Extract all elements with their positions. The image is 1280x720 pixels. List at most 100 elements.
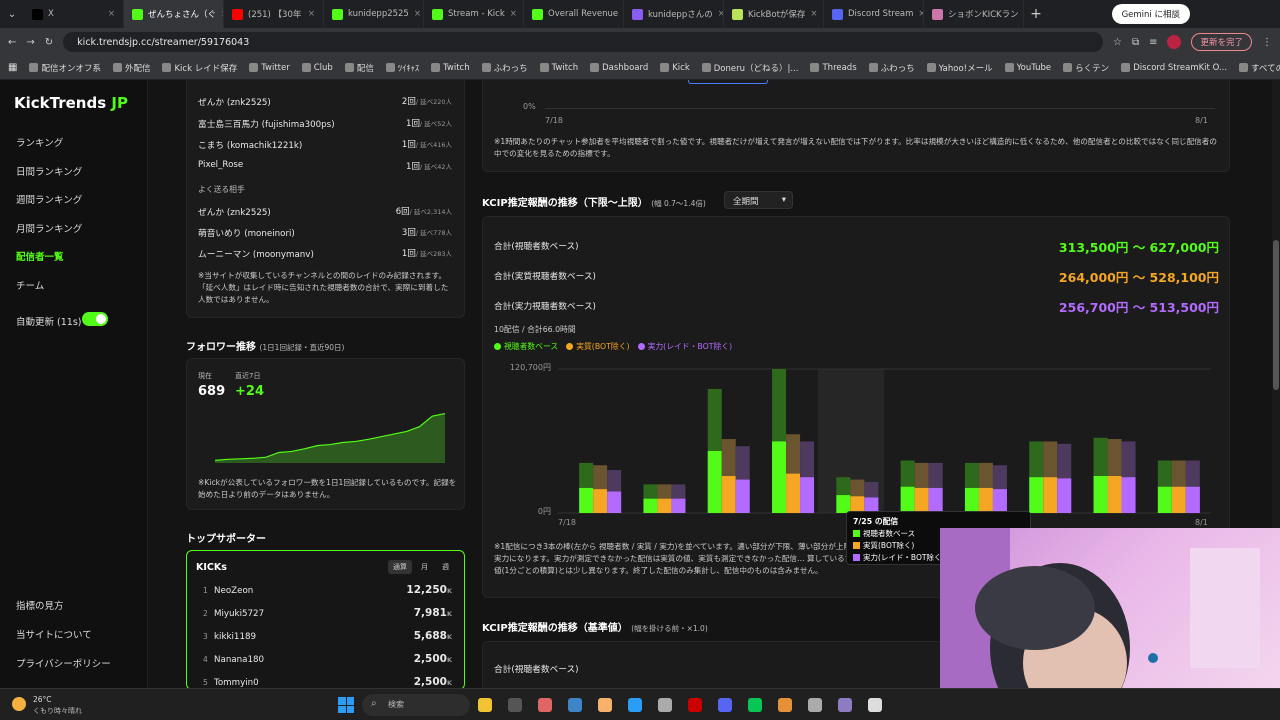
bookmark-item[interactable]: Twitter (249, 63, 290, 73)
bookmark-item[interactable]: Discord StreamKit O... (1121, 63, 1227, 73)
back-icon[interactable]: ← (8, 37, 16, 48)
sidebar-nav-item[interactable]: 日間ランキング (16, 164, 82, 178)
browser-tab[interactable]: X × (24, 0, 124, 28)
tab-close-icon[interactable]: × (108, 9, 115, 19)
supporter-name[interactable]: Nanana180 (214, 655, 264, 665)
scrollbar-thumb[interactable] (1273, 240, 1279, 390)
taskbar-app-icon[interactable] (628, 698, 642, 712)
tab-label: kunidepp2525 (348, 9, 409, 19)
taskbar-app-icon[interactable] (778, 698, 792, 712)
browser-tab[interactable]: kunidepp2525 × (324, 0, 424, 28)
raid-count: 3回/ 延べ778人 (401, 228, 452, 238)
reload-icon[interactable]: ↻ (45, 37, 53, 48)
kcip2-row1: 合計(視聴者数ベース) (494, 665, 579, 675)
period-select[interactable]: 全期間 ▾ (724, 191, 793, 209)
taskbar-app-icon[interactable] (868, 698, 882, 712)
bookmark-item[interactable]: Kick レイド保存 (162, 62, 237, 74)
browser-tab[interactable]: KickBotが保存 × (724, 0, 824, 28)
raid-name[interactable]: 萌音いめり (moneinori) (198, 229, 295, 239)
bookmark-item[interactable]: Doneru（どねる）|... (701, 62, 798, 74)
raid-name[interactable]: ぜんか (znk2525) (198, 98, 271, 108)
browser-tab[interactable]: ぜんちょさん（ぐ× (124, 0, 224, 28)
sidebar-nav-item[interactable]: 月間ランキング (16, 221, 82, 235)
bookmark-item[interactable]: らくテン (1063, 62, 1109, 74)
bookmark-item[interactable]: Kick (660, 63, 690, 73)
bookmark-item[interactable]: Dashboard (590, 63, 648, 73)
taskbar-app-icon[interactable] (508, 698, 522, 712)
forward-icon[interactable]: → (26, 37, 34, 48)
supporter-tab[interactable]: 月 (416, 560, 433, 574)
bookmark-item[interactable]: 配信 (344, 62, 374, 74)
supporter-name[interactable]: Tommyin0 (214, 678, 259, 688)
sidebar-nav-item[interactable]: 配信者一覧 (16, 249, 64, 263)
taskbar-app-icon[interactable] (688, 698, 702, 712)
raid-name[interactable]: Pixel_Rose (198, 160, 243, 170)
new-tab-button[interactable]: + (1024, 6, 1048, 22)
bookmark-item[interactable]: Club (301, 63, 333, 73)
sidebar-nav-item[interactable]: チーム (16, 278, 44, 292)
supporter-name[interactable]: NeoZeon (214, 586, 253, 596)
kebab-menu-icon[interactable]: ⋮ (1262, 37, 1272, 48)
extensions-icon[interactable]: ⧉ (1132, 37, 1139, 48)
bookmark-item[interactable]: Twitch (431, 63, 470, 73)
avatar[interactable] (1167, 35, 1182, 49)
taskbar-app-icon[interactable] (478, 698, 492, 712)
windows-start-icon[interactable] (338, 697, 354, 713)
supporter-value: 12,250K (406, 584, 452, 596)
bookmark-item[interactable]: YouTube (1004, 63, 1051, 73)
taskbar-app-icon[interactable] (538, 698, 552, 712)
raid-name[interactable]: ムーニーマン (moonymanv) (198, 250, 314, 260)
browser-tab[interactable]: Stream - Kick × (424, 0, 524, 28)
raid-name[interactable]: こまち (komachik1221k) (198, 141, 302, 151)
apps-grid-icon[interactable]: ▦ (8, 62, 17, 73)
taskbar-search[interactable]: ⌕ 検索 (362, 694, 470, 716)
tab-search-icon[interactable]: ⌄ (0, 9, 24, 20)
tab-close-icon[interactable]: × (810, 9, 817, 19)
tab-close-icon[interactable]: × (510, 9, 517, 19)
taskbar-app-icon[interactable] (598, 698, 612, 712)
bookmark-star-icon[interactable]: ☆ (1113, 37, 1122, 48)
sidebar-nav-item[interactable]: ランキング (16, 135, 63, 149)
sidebar-nav-item[interactable]: 週間ランキング (16, 192, 82, 206)
auto-update-toggle[interactable] (82, 312, 108, 326)
taskbar-app-icon[interactable] (748, 698, 762, 712)
bookmark-item[interactable]: Threads (810, 63, 857, 73)
browser-tab[interactable]: (251) 【30年 × (224, 0, 324, 28)
raid-name[interactable]: ぜんか (znk2525) (198, 208, 271, 218)
bookmark-item[interactable]: 配信オンオフ系 (29, 62, 101, 74)
bookmark-item[interactable]: 外配信 (112, 62, 150, 74)
browser-tab[interactable]: kunideppさんの× (624, 0, 724, 28)
supporter-name[interactable]: Miyuki5727 (214, 609, 264, 619)
browser-tab[interactable]: ショボンKICKラン× (924, 0, 1024, 28)
raid-count: 1回/ 延べ42人 (406, 161, 452, 172)
browser-tab[interactable]: Discord Stream× (824, 0, 924, 28)
bookmark-item[interactable]: Twitch (539, 63, 578, 73)
taskbar-app-icon[interactable] (718, 698, 732, 712)
sidebar-footer-link[interactable]: プライバシーポリシー (16, 656, 111, 670)
bookmark-item[interactable]: ふわっち (868, 62, 915, 74)
raid-name[interactable]: 富士島三百馬力 (fujishima300ps) (198, 120, 335, 130)
site-logo[interactable]: KickTrends JP (14, 94, 128, 112)
bookmark-item[interactable]: ふわっち (481, 62, 528, 74)
bookmark-item[interactable]: すべてのブックマーク (1239, 62, 1280, 74)
bookmark-item[interactable]: Yahoo!メール (926, 62, 993, 74)
bookmark-item[interactable]: ﾂｲｷｬｽ (385, 62, 419, 74)
tab-close-icon[interactable]: × (308, 9, 315, 19)
bookmark-favicon-icon (249, 63, 259, 72)
update-button[interactable]: 更新を完了 (1191, 33, 1252, 51)
taskbar-app-icon[interactable] (808, 698, 822, 712)
supporter-tab[interactable]: 週 (437, 560, 454, 574)
sidebar-footer-link[interactable]: 当サイトについて (16, 627, 92, 641)
taskbar-app-icon[interactable] (658, 698, 672, 712)
supporter-name[interactable]: kikki1189 (214, 632, 256, 642)
sidebar-footer-link[interactable]: 指標の見方 (16, 598, 64, 612)
taskbar-app-icon[interactable] (838, 698, 852, 712)
tab-close-icon[interactable]: × (414, 9, 421, 19)
ratio-baseline (545, 108, 1215, 109)
taskbar-app-icon[interactable] (568, 698, 582, 712)
url-input[interactable]: kick.trendsjp.cc/streamer/59176043 (63, 32, 1103, 52)
browser-tab[interactable]: Overall Revenue× (524, 0, 624, 28)
menu-list-icon[interactable]: ≡ (1149, 37, 1157, 48)
supporter-tab[interactable]: 通算 (388, 560, 412, 574)
gemini-button[interactable]: Gemini に相談 (1111, 4, 1190, 24)
